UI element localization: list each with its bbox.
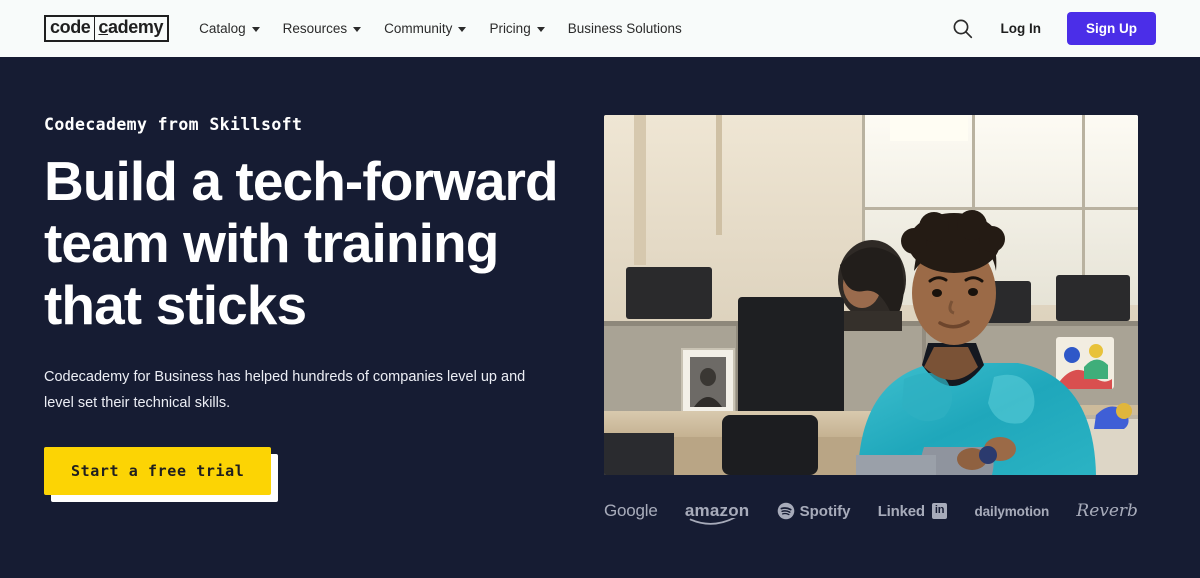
brand-logo-spotify: Spotify <box>777 502 851 520</box>
chevron-down-icon <box>458 26 467 32</box>
cta-wrapper: Start a free trial <box>44 447 279 502</box>
header-actions: Log In Sign Up <box>951 12 1156 45</box>
logo-box-text: code <box>44 15 95 42</box>
office-photo-illustration <box>604 115 1138 475</box>
hero-photo <box>604 115 1138 475</box>
headline-line-3: that sticks <box>44 274 307 336</box>
main-navigation: Catalog Resources Community Pricing Busi… <box>199 21 682 36</box>
brand-label-linkedin: Linked <box>877 502 925 520</box>
hero-section: Codecademy from Skillsoft Build a tech-f… <box>0 57 1200 578</box>
start-free-trial-button[interactable]: Start a free trial <box>44 447 272 495</box>
chevron-down-icon <box>353 26 362 32</box>
search-icon[interactable] <box>951 17 975 41</box>
codecademy-logo[interactable]: code cademy <box>44 15 170 42</box>
nav-label-pricing: Pricing <box>489 21 531 36</box>
hero-copy: Codecademy from Skillsoft Build a tech-f… <box>44 57 604 578</box>
nav-label-community: Community <box>384 21 453 36</box>
brand-logo-reverb: Reverb <box>1076 501 1138 521</box>
logo-rest-text: cademy <box>94 15 170 42</box>
brand-logo-google: Google <box>604 501 658 521</box>
spotify-icon <box>777 502 794 520</box>
nav-label-catalog: Catalog <box>199 21 246 36</box>
headline-line-2: team with training <box>44 212 499 274</box>
nav-label-resources: Resources <box>282 21 348 36</box>
nav-item-community[interactable]: Community <box>384 21 467 36</box>
hero-media: Google amazon Spotify Linked in dailymot… <box>604 57 1156 578</box>
chevron-down-icon <box>536 26 545 32</box>
nav-item-catalog[interactable]: Catalog <box>199 21 260 36</box>
site-header: code cademy Catalog Resources Community … <box>0 0 1200 57</box>
hero-subcopy: Codecademy for Business has helped hundr… <box>44 369 526 411</box>
brand-logo-linkedin: Linked in <box>878 503 948 520</box>
hero-eyebrow: Codecademy from Skillsoft <box>44 115 303 134</box>
brand-logo-amazon: amazon <box>685 501 750 525</box>
brand-label-spotify: Spotify <box>799 502 851 520</box>
amazon-swoosh-icon <box>689 518 736 525</box>
chevron-down-icon <box>251 26 260 32</box>
brand-logo-dailymotion: dailymotion <box>975 504 1050 519</box>
page-title: Build a tech-forward team with training … <box>44 150 604 336</box>
log-in-link[interactable]: Log In <box>1001 21 1042 36</box>
brand-label-google: Google <box>604 501 658 520</box>
nav-item-resources[interactable]: Resources <box>283 21 362 36</box>
nav-item-pricing[interactable]: Pricing <box>489 21 545 36</box>
brand-label-dailymotion: dailymotion <box>974 503 1050 519</box>
sign-up-button[interactable]: Sign Up <box>1067 12 1156 45</box>
nav-item-business-solutions[interactable]: Business Solutions <box>568 21 682 36</box>
headline-line-1: Build a tech-forward <box>44 150 559 212</box>
nav-label-business-solutions: Business Solutions <box>567 21 682 36</box>
linkedin-in-badge: in <box>931 503 948 519</box>
customer-logos: Google amazon Spotify Linked in dailymot… <box>604 501 1138 525</box>
logo-tail: ademy <box>108 17 164 38</box>
logo-underlined-c: c <box>98 17 109 38</box>
brand-label-reverb: Reverb <box>1076 501 1138 521</box>
